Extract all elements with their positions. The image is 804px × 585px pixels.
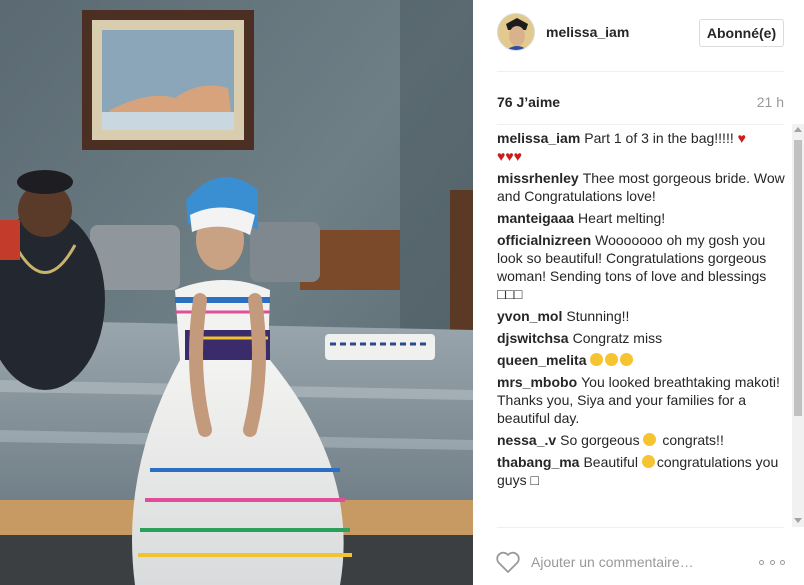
- comment-text: So gorgeous: [560, 432, 644, 448]
- scroll-down-arrow-icon[interactable]: [794, 518, 802, 523]
- smiley-icon: [643, 433, 657, 446]
- comment-item: yvon_mol Stunning!!: [497, 307, 787, 325]
- author-username[interactable]: melissa_iam: [546, 24, 629, 40]
- heart-icon: ♥: [737, 130, 746, 146]
- smiley-icon: [590, 353, 604, 366]
- heart-icon: ♥: [513, 148, 522, 164]
- like-button[interactable]: [495, 550, 521, 574]
- comment-item: mrs_mbobo You looked breathtaking makoti!…: [497, 373, 787, 427]
- comment-username[interactable]: nessa_.v: [497, 432, 556, 448]
- comment-item: melissa_iam Part 1 of 3 in the bag!!!!! ♥…: [497, 129, 787, 165]
- comment-item: missrhenley Thee most gorgeous bride. Wow…: [497, 169, 787, 205]
- dot: [759, 559, 764, 565]
- comment-text: Heart melting!: [578, 210, 666, 226]
- avatar[interactable]: [497, 13, 535, 51]
- comment-text: Stunning!!: [566, 308, 630, 324]
- comment-item: nessa_.v So gorgeous congrats!!: [497, 431, 787, 449]
- comment-text: congrats!!: [658, 432, 724, 448]
- comment-username[interactable]: melissa_iam: [497, 130, 580, 146]
- post-side-panel: melissa_iam Abonné(e) 76 J’aime 21 h mel…: [473, 0, 804, 585]
- comment-username[interactable]: yvon_mol: [497, 308, 562, 324]
- comment-username[interactable]: manteigaaa: [497, 210, 574, 226]
- post-stats: 76 J’aime 21 h: [497, 94, 784, 112]
- smiley-icon: [641, 455, 655, 468]
- post-header: melissa_iam Abonné(e): [473, 0, 804, 72]
- heart-outline-icon: [496, 551, 520, 573]
- comment-item: officialnizreen Wooooooo oh my gosh you l…: [497, 231, 787, 303]
- comment-username[interactable]: mrs_mbobo: [497, 374, 577, 390]
- comment-text: Congratz miss: [572, 330, 663, 346]
- smiley-icon: [605, 353, 619, 366]
- comment-username[interactable]: thabang_ma: [497, 454, 579, 470]
- comment-username[interactable]: queen_melita: [497, 352, 586, 368]
- follow-button[interactable]: Abonné(e): [699, 19, 784, 47]
- post-footer: [473, 528, 804, 585]
- comment-username[interactable]: officialnizreen: [497, 232, 591, 248]
- post-timestamp[interactable]: 21 h: [757, 94, 784, 110]
- comments-scrollbar[interactable]: [792, 124, 804, 527]
- smiley-icon: [620, 353, 634, 366]
- post-photo: [0, 0, 473, 585]
- divider: [497, 71, 784, 72]
- comment-text: Part 1 of 3 in the bag!!!!!: [584, 130, 738, 146]
- comment-username[interactable]: djswitchsa: [497, 330, 569, 346]
- comment-item: manteigaaa Heart melting!: [497, 209, 787, 227]
- dot: [780, 559, 785, 565]
- comment-text: Beautiful: [583, 454, 642, 470]
- likes-count[interactable]: 76 J’aime: [497, 94, 560, 110]
- dot: [769, 559, 775, 565]
- comment-item: queen_melita: [497, 351, 787, 369]
- comments-list: melissa_iam Part 1 of 3 in the bag!!!!! ♥…: [497, 129, 787, 523]
- post-photo-illustration: [0, 0, 473, 585]
- more-options-icon[interactable]: [759, 558, 785, 566]
- scroll-thumb[interactable]: [794, 140, 802, 416]
- comment-item: thabang_ma Beautiful congratulations you …: [497, 453, 787, 489]
- avatar-image: [498, 14, 534, 50]
- divider: [497, 124, 784, 125]
- comment-item: djswitchsa Congratz miss: [497, 329, 787, 347]
- scroll-up-arrow-icon[interactable]: [794, 127, 802, 132]
- comment-username[interactable]: missrhenley: [497, 170, 579, 186]
- add-comment-input[interactable]: [531, 552, 731, 572]
- heart-icon: ♥: [505, 148, 514, 164]
